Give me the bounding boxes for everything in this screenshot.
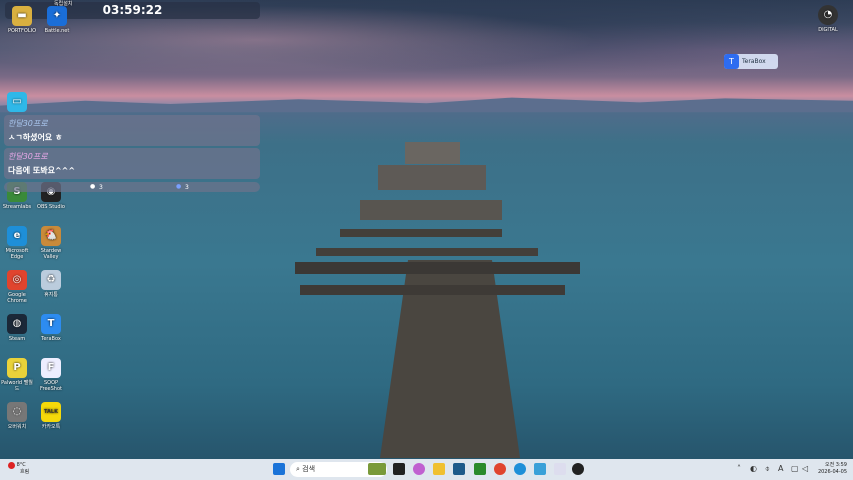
icon-label: Stardew Valley [40,248,62,260]
icon-label: 휴지통 [44,292,58,298]
desktop-icon[interactable]: ◌ 오버워치 [0,402,34,430]
app-icon: P [7,358,27,378]
icon-badge: 독립설치 [54,1,73,7]
weather-desc: 흐림 [20,469,30,475]
desktop-icon[interactable]: TALK 카카오톡 [34,402,68,430]
icon-label: SOOP FreeShot [40,380,62,392]
terabox-icon: T [724,54,739,69]
clock-time: 오전 3:59 [824,462,847,468]
icon-label: Streamlabs [2,204,32,210]
ime-icon[interactable]: A [778,464,783,473]
app-icon: ✦ [47,6,67,26]
display-icon[interactable]: ▢ [791,464,799,473]
terabox-label: TeraBox [742,58,766,65]
app-icon: ▬ [12,6,32,26]
app-icon: ♻ [41,270,61,290]
app-icon: F [41,358,61,378]
desktop-icon[interactable]: F SOOP FreeShot [34,358,68,392]
weather-icon [8,462,15,469]
icon-label: DIGITAL [818,27,838,33]
weather-temp: 8°C [16,462,26,468]
icon-label: Battle.net [44,28,70,34]
search-highlight-icon [368,463,386,475]
icon-label: 오버워치 [7,424,27,430]
app-icon: ◌ [7,402,27,422]
icon-label: Microsoft Edge [5,248,29,260]
taskbar: 8°C 흐림 ⌕ 검색 ˄ ◐ ⌽ A ▢ ◁ 오전 3:59 2026-04-… [0,459,853,480]
icon-label: 카카오톡 [41,424,61,430]
app-icon: T [41,314,61,334]
mic-icon[interactable]: ⌽ [765,464,770,474]
digital-app-icon: ◔ [818,5,838,25]
icon-label: Steam [8,336,26,342]
obs-icon[interactable] [572,463,584,475]
app-icon: 🐔 [41,226,61,246]
stream-stats-bar: ● 3 ● 3 [4,182,260,192]
desktop-icon[interactable]: T TeraBox [34,314,68,342]
app-icon: ▭ [7,92,27,112]
desktop-icon[interactable]: ▬ PORTFOLIO [5,6,39,34]
app-icon: ◍ [7,314,27,334]
chat-count: 3 [185,184,189,191]
volume-icon[interactable]: ◁ [802,464,808,473]
viewer-icon: ● [90,183,96,190]
copilot-icon[interactable] [413,463,425,475]
xbox-icon[interactable] [474,463,486,475]
app-icon[interactable] [534,463,546,475]
chat-message: 한달30프로 ㅅㄱ하셨어요 ㅎ [4,115,260,146]
icon-label: Palworld 팰월드 [1,380,33,392]
chat-message: 한달30프로 다음에 또봐요^^^ [4,148,260,179]
icon-label: TeraBox [41,336,61,342]
desktop-icon-digital[interactable]: ◔ DIGITAL [810,5,846,33]
desktop-icon[interactable]: ◎ Google Chrome [0,270,34,304]
app-icon[interactable] [554,463,566,475]
clock[interactable]: 오전 3:59 2026-04-05 [815,462,847,476]
viewer-count: 3 [99,184,103,191]
icon-label: OBS Studio [37,204,65,210]
desktop-icon[interactable]: ▭ [0,92,34,114]
icon-label: PORTFOLIO [7,28,37,34]
chat-username: 한달30프로 [8,152,48,161]
weather-widget[interactable]: 8°C 흐림 [8,462,29,476]
chat-text: ㅅㄱ하셨어요 ㅎ [8,133,63,142]
edge-icon[interactable] [514,463,526,475]
network-icon[interactable]: ◐ [750,464,757,473]
tray-overflow-icon[interactable]: ˄ [737,464,741,473]
desktop-icon[interactable]: ♻ 휴지통 [34,270,68,298]
chrome-icon[interactable] [494,463,506,475]
clock-date: 2026-04-05 [817,469,847,475]
chat-icon: ● [176,183,182,190]
app-icon: e [7,226,27,246]
desktop-icon[interactable]: ✦ Battle.net 독립설치 [40,1,74,34]
store-icon[interactable] [453,463,465,475]
task-view-icon[interactable] [393,463,405,475]
desktop-icon[interactable]: e Microsoft Edge [0,226,34,260]
chat-username: 한달30프로 [8,119,48,128]
desktop-icon[interactable]: ◍ Steam [0,314,34,342]
terabox-widget[interactable]: T TeraBox [724,54,778,69]
app-icon: ◎ [7,270,27,290]
search-placeholder: 검색 [302,465,316,473]
file-explorer-icon[interactable] [433,463,445,475]
chat-text: 다음에 또봐요^^^ [8,166,76,175]
desktop-icon[interactable]: 🐔 Stardew Valley [34,226,68,260]
start-button[interactable] [273,463,285,475]
icon-label: Google Chrome [7,292,27,304]
desktop-icon[interactable]: P Palworld 팰월드 [0,358,34,392]
app-icon: TALK [41,402,61,422]
